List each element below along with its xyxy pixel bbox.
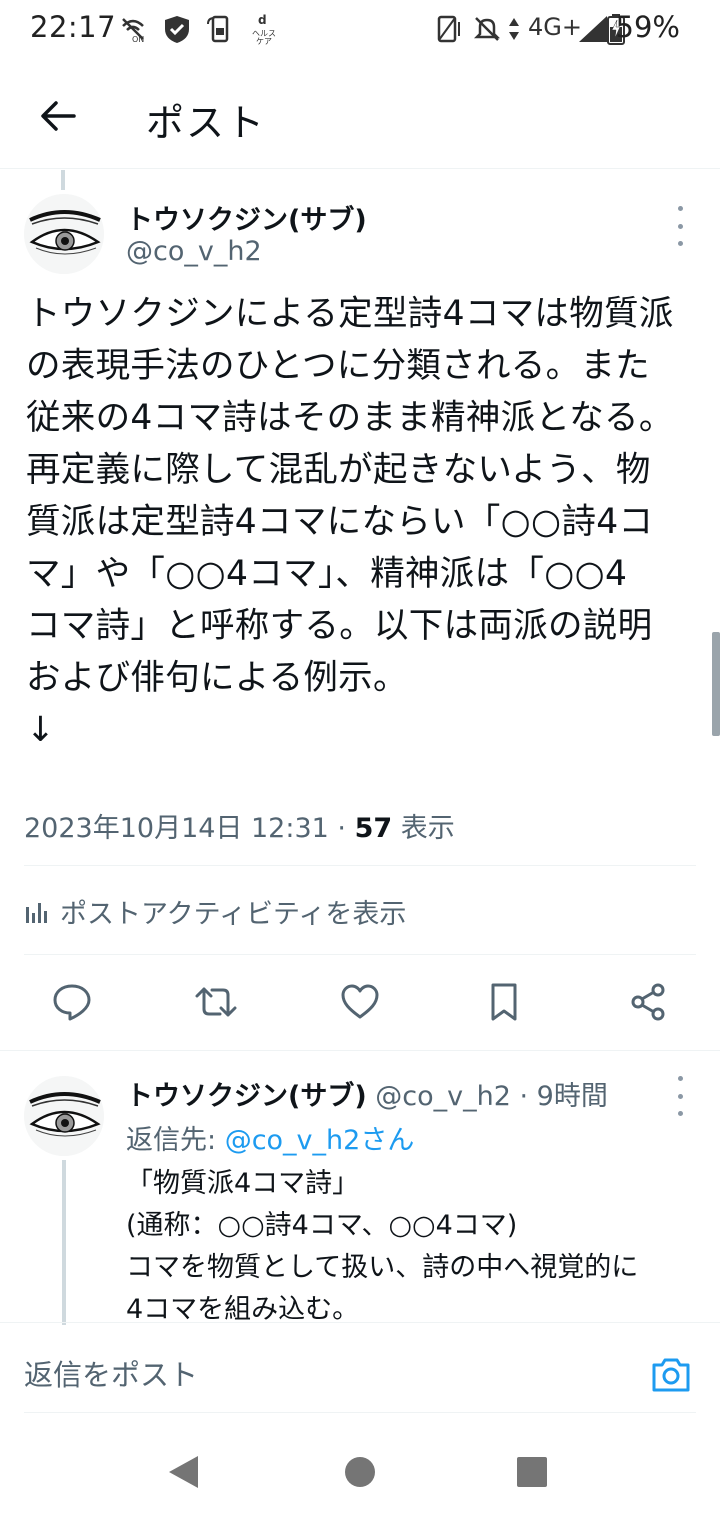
reply-meta[interactable]: @co_v_h2 · 9時間 (375, 1081, 608, 1112)
camera-button[interactable] (648, 1352, 694, 1398)
back-button[interactable] (36, 94, 80, 138)
divider (24, 954, 696, 955)
like-icon (341, 984, 379, 1019)
thread-line (61, 170, 65, 190)
svg-text:ケア: ケア (256, 37, 272, 46)
post-activity-link[interactable]: ポストアクティビティを表示 (24, 892, 406, 931)
svg-text:d: d (258, 13, 267, 27)
reply-to-prefix: 返信先: (126, 1125, 225, 1156)
phone-sync-icon (202, 12, 236, 46)
post-timestamp[interactable]: 2023年10月14日 12:31 (24, 813, 329, 844)
shield-check-icon (160, 12, 194, 46)
reply-to-handle[interactable]: @co_v_h2さん (225, 1125, 415, 1156)
views-label: 表示 (400, 813, 455, 844)
triangle-back-icon (169, 1456, 198, 1488)
camera-icon (652, 1358, 690, 1392)
nfc-off-icon: ON (116, 12, 150, 46)
like-button[interactable] (336, 978, 384, 1026)
nav-recents-button[interactable] (516, 1456, 548, 1492)
arrow-left-icon (41, 101, 76, 131)
composer-bottom-divider (24, 1412, 696, 1413)
more-icon (677, 206, 683, 211)
reply-avatar[interactable] (24, 1076, 104, 1156)
page-title: ポスト (146, 101, 267, 145)
divider (24, 865, 696, 866)
status-time: 22:17 (30, 10, 117, 44)
author-handle[interactable]: @co_v_h2 (126, 236, 262, 267)
battery-percent: 59% (615, 10, 680, 44)
reply-icon (53, 984, 91, 1021)
repost-button[interactable] (192, 978, 240, 1026)
views-count: 57 (354, 813, 393, 844)
nav-back-button[interactable] (166, 1454, 200, 1494)
data-arrows-icon (504, 12, 524, 46)
repost-icon (195, 987, 237, 1017)
mute-icon (470, 12, 504, 46)
reply-header: トウソクジン(サブ) @co_v_h2 · 9時間 (126, 1074, 608, 1113)
eye-drawing-avatar (24, 194, 104, 274)
thread-line (62, 1160, 66, 1325)
bookmark-button[interactable] (480, 978, 528, 1026)
author-name[interactable]: トウソクジン(サブ) (126, 198, 367, 237)
health-icon: d ヘルス ケア (246, 12, 280, 46)
reply-input[interactable]: 返信をポスト (24, 1352, 198, 1394)
system-navbar (0, 1420, 720, 1520)
share-button[interactable] (624, 978, 672, 1026)
reply-button[interactable] (48, 978, 96, 1026)
status-bar: 22:17 ON d ヘルス ケア 4G+ 59% (0, 0, 720, 60)
header-divider (0, 168, 720, 169)
nav-home-button[interactable] (343, 1455, 377, 1493)
meta-separator: · (337, 813, 347, 844)
post-meta: 2023年10月14日 12:31 · 57 表示 (24, 806, 455, 845)
network-type: 4G+ (528, 13, 582, 41)
analytics-icon (26, 902, 47, 923)
reply-more-options-button[interactable] (670, 1076, 690, 1116)
bookmark-icon (491, 983, 517, 1021)
vibrate-icon (432, 12, 466, 46)
more-icon (677, 1076, 683, 1081)
eye-drawing-avatar (24, 1076, 104, 1156)
avatar[interactable] (24, 194, 104, 274)
scrollbar[interactable] (712, 632, 720, 736)
composer-divider (0, 1322, 720, 1323)
post-text: トウソクジンによる定型詩4コマは物質派 の表現手法のひとつに分類される。また 従… (26, 294, 674, 750)
circle-home-icon (345, 1457, 375, 1487)
section-divider (0, 1050, 720, 1051)
reply-to: 返信先: @co_v_h2さん (126, 1118, 414, 1157)
more-options-button[interactable] (670, 206, 690, 246)
reply-text: 「物質派4コマ詩」 (通称：○○詩4コマ、○○4コマ) コマを物質として扱い、詩… (126, 1168, 639, 1325)
reply-author-name[interactable]: トウソクジン(サブ) (126, 1081, 367, 1112)
share-icon (631, 983, 665, 1021)
svg-text:ON: ON (132, 35, 144, 44)
activity-label: ポストアクティビティを表示 (60, 899, 407, 930)
square-recents-icon (517, 1457, 547, 1487)
